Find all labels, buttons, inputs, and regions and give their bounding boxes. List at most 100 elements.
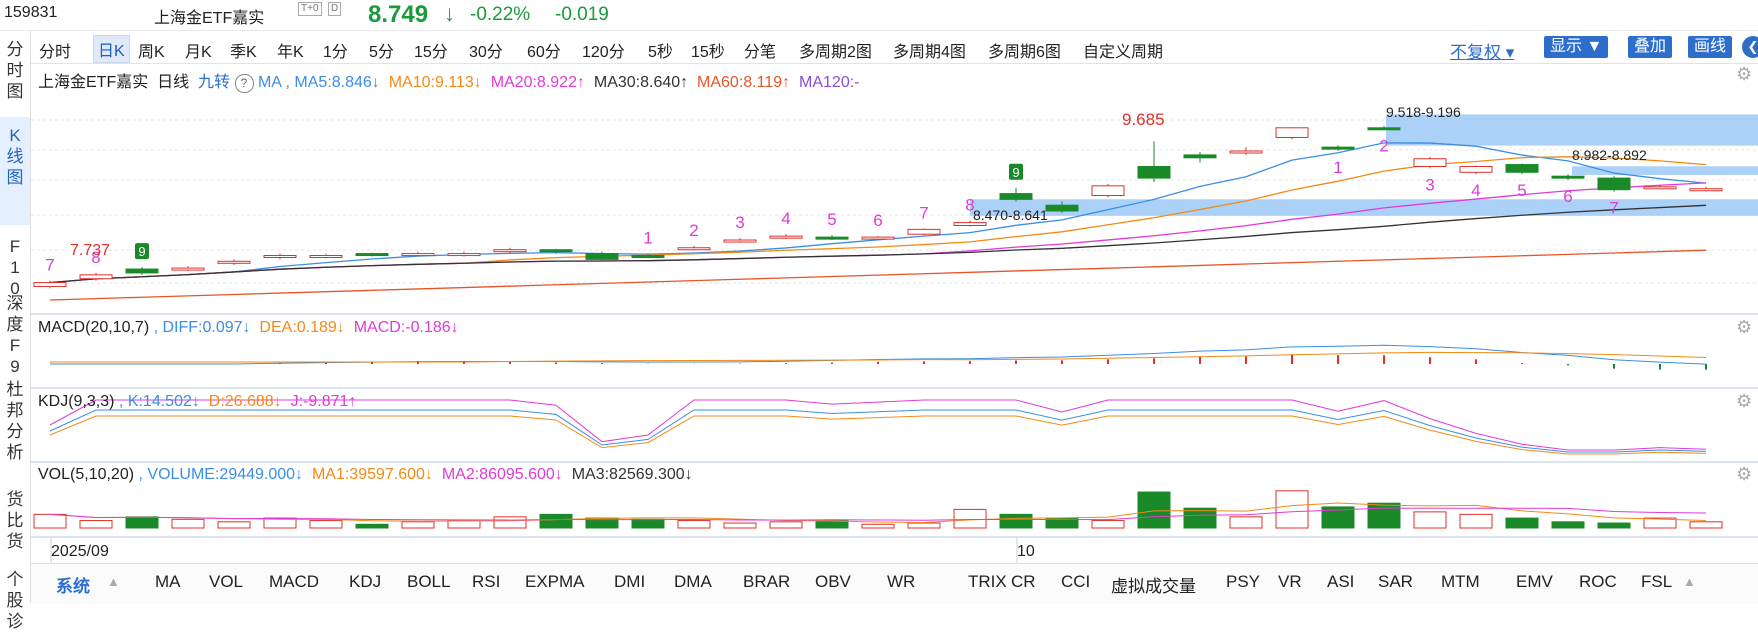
indicator-tab-13[interactable]: TRIX [968,572,1007,592]
d-line [49,415,1707,455]
vol-ma2-line [49,507,1707,521]
gear-icon[interactable]: ⚙ [1736,64,1752,85]
candle-body [1321,146,1355,150]
volume-bar [1597,522,1631,529]
indicator-tab-9[interactable]: DMA [674,572,712,592]
nine-label: 7 [45,256,54,275]
volume-bar [447,520,481,529]
volume-bar [539,513,573,529]
volume-bar [999,513,1033,529]
candle-body [539,249,573,253]
indicator-tab-1[interactable]: MA [155,572,181,592]
volume-bar [861,523,895,529]
candle-body [861,236,895,240]
indicator-tab-15[interactable]: CCI [1061,572,1090,592]
vol-ma1-value: MA1:39597.600↓ [311,466,433,483]
indicator-tab-20[interactable]: SAR [1378,572,1413,592]
volume-bar [1413,511,1447,529]
indicator-tab-10[interactable]: BRAR [743,572,790,592]
indicator-tab-23[interactable]: ROC [1579,572,1617,592]
gear-icon[interactable]: ⚙ [1736,464,1752,485]
indicator-tab-6[interactable]: RSI [472,572,500,592]
candle-body [999,193,1033,200]
candle-body [1091,185,1125,197]
indicator-tab-4[interactable]: KDJ [349,572,381,592]
nine-label: 1 [643,229,652,248]
indicator-tab-0[interactable]: 系统 [56,572,90,597]
volume-value: , VOLUME:29449.000↓ [138,466,304,483]
macd-value: MACD:-0.186↓ [353,319,459,336]
vol-ma2-value: MA2:86095.600↓ [441,466,563,483]
indicator-tab-8[interactable]: DMI [614,572,645,592]
ma-title: MA , [257,74,290,91]
volume-bar [1367,502,1401,529]
candle-body [171,267,205,271]
volume-bar [1459,513,1493,529]
indicator-tabs: 系统 MA VOL MACD KDJ BOLL RSI EXPMA DMI DMA BRAR OBV W… [31,563,1758,604]
volume-bar [355,523,389,529]
candle-body [1183,154,1217,159]
candle-body [401,253,435,257]
volume-bar [1275,490,1309,529]
ma30-value: MA30:8.640↑ [593,74,689,91]
volume-bar [1229,516,1263,529]
x-axis-label-oct: 10 [1017,543,1035,560]
indicator-tab-22[interactable]: EMV [1516,572,1553,592]
indicator-tab-12[interactable]: WR [887,572,915,592]
low-price-label: 7.737 [70,242,111,259]
candle-body [631,254,665,258]
nine-label-down: 2 [1379,137,1388,156]
candle-body [1597,177,1631,191]
ma120-value: MA120:- [799,74,860,91]
vol-ma3-value: MA3:82569.300↓ [571,466,693,483]
volume-bar [79,520,113,529]
nine-label: 9 [138,244,145,259]
indicator-tab-11[interactable]: OBV [815,572,851,592]
indicator-tab-24[interactable]: FSL [1641,572,1672,592]
candle-body [769,235,803,239]
expand-up-icon[interactable]: ▲ [107,574,120,589]
candle-body [1045,204,1079,212]
indicator-tab-16[interactable]: 虚拟成交量 [1111,572,1196,597]
ma-legend: 上海金ETF嘉实 日线 九转 ? MA , MA5:8.846↓ MA10:9.… [38,68,859,93]
volume-bar [723,522,757,529]
volume-bar [953,508,987,529]
candle-body [493,249,527,253]
candle-body [1137,165,1171,179]
ma20-value: MA20:8.922↑ [490,74,585,91]
nine-label-down: 4 [1471,181,1480,200]
volume-bar [171,518,205,529]
macd-title: MACD(20,10,7) [38,319,150,336]
volume-bar [631,518,665,529]
indicator-tab-2[interactable]: VOL [209,572,243,592]
candle-body [355,253,389,257]
help-icon[interactable]: ? [234,74,254,93]
zone-label-lower: 8.470-8.641 [973,207,1048,223]
diff-line [50,344,1707,365]
volume-bar [401,521,435,529]
indicator-tab-18[interactable]: VR [1278,572,1302,592]
volume-bar [493,516,527,529]
kdj-legend: KDJ(9,3,3) , K:14.502↓ D:26.688↓ J:-9.87… [38,393,356,411]
dea-value: DEA:0.189↓ [259,319,345,336]
gear-icon[interactable]: ⚙ [1736,317,1752,338]
ma60-value: MA60:8.119↑ [697,74,791,91]
candle-body [79,274,113,280]
volume-bar [1505,517,1539,529]
indicator-tab-5[interactable]: BOLL [407,572,450,592]
volume-bar [769,521,803,529]
indicator-tab-3[interactable]: MACD [269,572,319,592]
indicator-tab-19[interactable]: ASI [1327,572,1354,592]
indicator-tab-7[interactable]: EXPMA [525,572,585,592]
nine-label-down: 5 [1517,181,1526,200]
nine-label-down: 7 [1609,199,1618,218]
indicator-tab-17[interactable]: PSY [1226,572,1260,592]
candle-body [815,236,849,240]
nine-label-down: 3 [1425,175,1434,194]
indicator-tab-14[interactable]: CR [1011,572,1036,592]
gear-icon[interactable]: ⚙ [1736,391,1752,412]
indicator-tab-21[interactable]: MTM [1441,572,1480,592]
scroll-up-icon[interactable]: ▲ [1683,574,1696,589]
volume-bar [907,522,941,529]
jiuzhuan-toggle[interactable]: 九转 [198,74,230,91]
